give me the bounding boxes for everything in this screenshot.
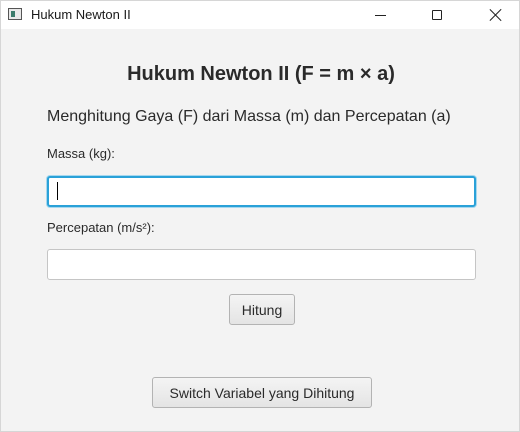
page-title: Hukum Newton II (F = m × a) <box>127 63 395 85</box>
app-icon <box>8 8 22 20</box>
hitung-button[interactable]: Hitung <box>229 294 295 325</box>
text-caret <box>57 182 58 200</box>
switch-variable-button[interactable]: Switch Variabel yang Dihitung <box>152 377 372 408</box>
title-bar[interactable]: Hukum Newton II <box>1 1 519 29</box>
close-icon <box>490 9 502 21</box>
minimize-button[interactable] <box>357 1 403 29</box>
percepatan-label: Percepatan (m/s²): <box>47 220 155 235</box>
window-title: Hukum Newton II <box>31 7 131 22</box>
massa-label: Massa (kg): <box>47 146 115 161</box>
app-window: Hukum Newton II Hukum Newton II (F = m ×… <box>0 0 520 432</box>
minimize-icon <box>374 14 386 16</box>
percepatan-input[interactable] <box>47 249 476 280</box>
massa-input[interactable] <box>47 176 476 207</box>
maximize-icon <box>432 10 442 20</box>
page-subtitle: Menghitung Gaya (F) dari Massa (m) dan P… <box>47 108 451 125</box>
close-button[interactable] <box>473 1 519 29</box>
maximize-button[interactable] <box>414 1 460 29</box>
